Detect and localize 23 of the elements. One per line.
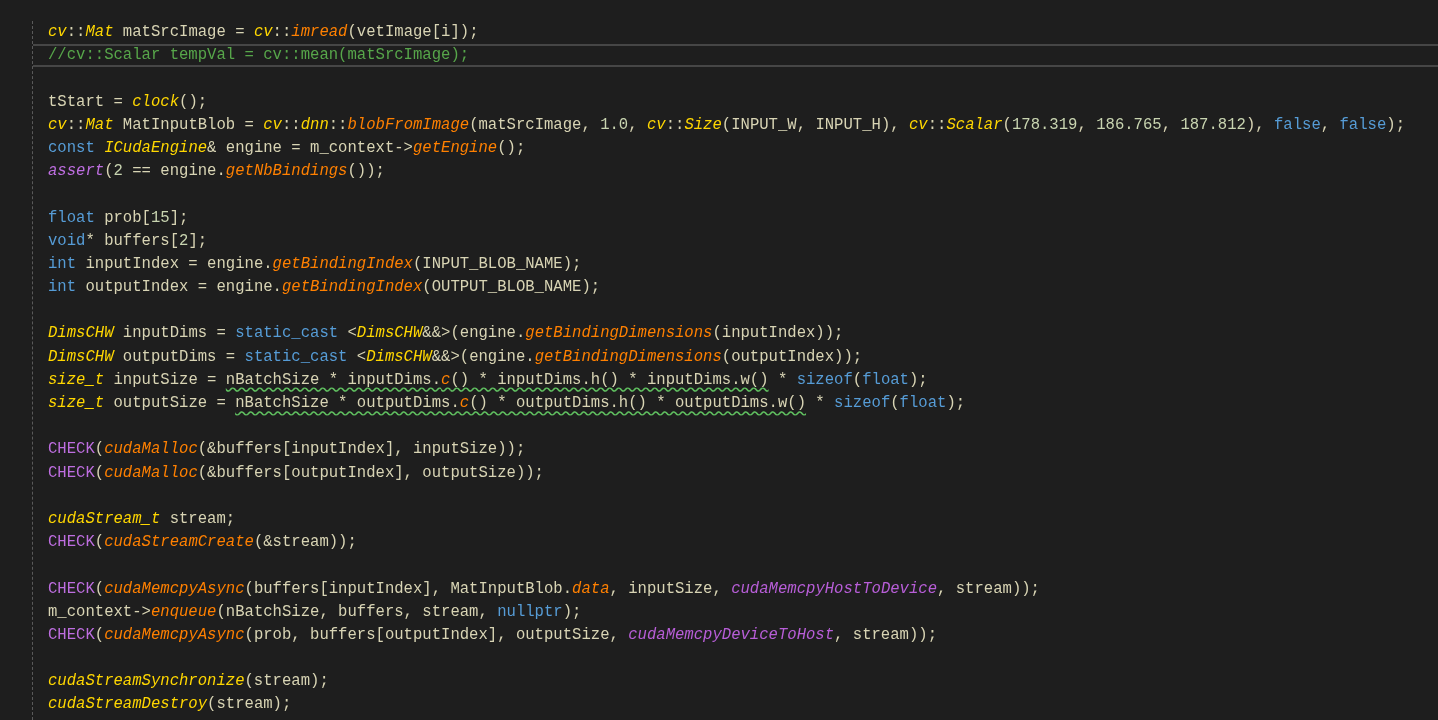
code-line: cudaStreamSynchronize(stream); (47, 671, 330, 693)
code-line: CHECK(cudaMemcpyAsync(buffers[inputIndex], MatInputBlob.data, inputSize, cudaMemcpyHostToDevice, stream)); (47, 578, 1041, 600)
code-line: tStart = clock(); (47, 91, 209, 113)
code-line: m_context->enqueue(nBatchSize, buffers, stream, nullptr); (47, 601, 583, 623)
code-line: void* buffers[2]; (47, 230, 209, 252)
code-line: int inputIndex = engine.getBindingIndex(INPUT_BLOB_NAME); (47, 253, 583, 275)
code-line: CHECK(cudaMemcpyAsync(prob, buffers[outputIndex], outputSize, cudaMemcpyDeviceToHost, stream)); (47, 624, 938, 646)
code-line: DimsCHW inputDims = static_cast <DimsCHW&&>(engine.getBindingDimensions(inputIndex)); (47, 323, 845, 345)
code-line: size_t outputSize = nBatchSize * outputDims.c() * outputDims.h() * outputDims.w() * sizeof(float); (47, 393, 967, 414)
code-line: CHECK(cudaMalloc(&buffers[inputIndex], inputSize)); (47, 439, 527, 461)
code-line: int outputIndex = engine.getBindingIndex(OUTPUT_BLOB_NAME); (47, 277, 602, 299)
code-line: const ICudaEngine& engine = m_context->getEngine(); (47, 137, 527, 159)
code-line: assert(2 == engine.getNbBindings()); (47, 161, 386, 183)
code-line: CHECK(cudaStreamCreate(&stream)); (47, 532, 358, 554)
code-line: //cv::Scalar tempVal = cv::mean(matSrcImage); (33, 44, 1438, 68)
code-line: size_t inputSize = nBatchSize * inputDims.c() * inputDims.h() * inputDims.w() * sizeof(float); (47, 369, 929, 391)
code-line: cudaStreamDestroy(stream); (47, 694, 293, 716)
code-line: cv::Mat matSrcImage = cv::imread(vetImage[i]); (47, 22, 480, 43)
code-line: cv::Mat MatInputBlob = cv::dnn::blobFromImage(matSrcImage, 1.0, cv::Size(INPUT_W, INPUT_H), cv::Scalar(178.319, 186.765, 187.812), false, false); (47, 114, 1407, 136)
code-line: cudaStream_t stream; (47, 508, 237, 530)
code-line: float prob[15]; (47, 207, 190, 229)
code-line: DimsCHW outputDims = static_cast <DimsCHW&&>(engine.getBindingDimensions(outputIndex)); (47, 346, 864, 368)
code-line: CHECK(cudaMalloc(&buffers[outputIndex], outputSize)); (47, 462, 545, 484)
